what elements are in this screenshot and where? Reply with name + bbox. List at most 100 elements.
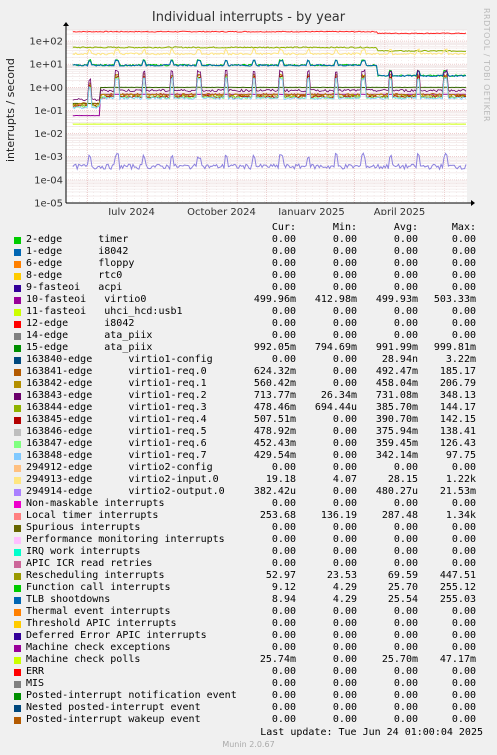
legend-min-value: 23.53 — [326, 570, 357, 581]
legend-min-value: 0.00 — [332, 666, 357, 677]
legend-label: Posted-interrupt notification event — [26, 690, 237, 701]
legend-max-value: 0.00 — [451, 534, 476, 545]
legend-max-value: 255.03 — [439, 594, 476, 605]
legend-max-value: 1.34k — [445, 510, 476, 521]
legend-swatch — [14, 549, 21, 556]
legend-min-value: 0.00 — [332, 366, 357, 377]
legend-max-value: 138.41 — [439, 426, 476, 437]
legend-cur-value: 0.00 — [271, 282, 296, 293]
legend-cur-value: 0.00 — [271, 246, 296, 257]
legend-min-value: 0.00 — [332, 306, 357, 317]
legend-avg-value: 0.00 — [393, 666, 418, 677]
legend-cur-value: 452.43m — [253, 438, 296, 449]
legend-swatch — [14, 693, 21, 700]
legend-swatch — [14, 321, 21, 328]
legend-avg-value: 0.00 — [393, 318, 418, 329]
legend-min-value: 0.00 — [332, 282, 357, 293]
legend-label: Performance monitoring interrupts — [26, 534, 225, 545]
legend-row: 9-fasteoi acpi 0.00 0.00 0.00 0.00 — [14, 282, 484, 294]
legend-min-value: 794.69m — [314, 342, 357, 353]
legend-label: Machine check polls — [26, 654, 141, 665]
legend-min-value: 0.00 — [332, 450, 357, 461]
legend-row: 1-edge i8042 0.00 0.00 0.00 0.00 — [14, 246, 484, 258]
legend-label: 294914-edge virtio2-output.0 — [26, 486, 225, 497]
legend-cur-value: 382.42u — [253, 486, 296, 497]
legend-row: 163845-edge virtio1-req.4 507.51m 0.00 390.… — [14, 414, 484, 426]
legend-row: 12-edge i8042 0.00 0.00 0.00 0.00 — [14, 318, 484, 330]
legend-avg-value: 0.00 — [393, 534, 418, 545]
legend-label: 294912-edge virtio2-config — [26, 462, 213, 473]
legend-min-value: 0.00 — [332, 606, 357, 617]
legend-header-max: Max: — [451, 222, 476, 233]
legend-row: ERR 0.00 0.00 0.00 0.00 — [14, 666, 484, 678]
y-tick-label: 1e-01 — [34, 106, 63, 117]
legend-header-cur: Cur: — [271, 222, 296, 233]
legend-max-value: 348.13 — [439, 390, 476, 401]
legend-max-value: 0.00 — [451, 282, 476, 293]
legend-row: Threshold APIC interrupts 0.00 0.00 0.00 0.0… — [14, 618, 484, 630]
legend-swatch — [14, 645, 21, 652]
legend-row: Local timer interrupts 253.68 136.19 287.48… — [14, 510, 484, 522]
legend-row: Spurious interrupts 0.00 0.00 0.00 0.00 — [14, 522, 484, 534]
legend-avg-value: 375.94m — [375, 426, 418, 437]
legend-avg-value: 25.70 — [387, 582, 418, 593]
legend-cur-value: 0.00 — [271, 258, 296, 269]
y-tick-label: 1e+00 — [29, 83, 63, 94]
legend-avg-value: 390.70m — [375, 414, 418, 425]
legend-swatch — [14, 273, 21, 280]
legend-max-value: 999.81m — [433, 342, 476, 353]
legend-label: 6-edge floppy — [26, 258, 135, 269]
legend-min-value: 0.00 — [332, 522, 357, 533]
legend-row: TLB shootdowns 8.94 4.29 25.54 255.03 — [14, 594, 484, 606]
legend-label: Posted-interrupt wakeup event — [26, 714, 201, 725]
legend-avg-value: 492.47m — [375, 366, 418, 377]
legend-swatch — [14, 621, 21, 628]
legend-swatch — [14, 657, 21, 664]
legend-min-value: 0.00 — [332, 318, 357, 329]
legend-avg-value: 28.15 — [387, 474, 418, 485]
legend-row: 163841-edge virtio1-req.0 624.32m 0.00 492.… — [14, 366, 484, 378]
legend-min-value: 0.00 — [332, 714, 357, 725]
legend-row: IRQ work interrupts 0.00 0.00 0.00 0.00 — [14, 546, 484, 558]
legend-max-value: 0.00 — [451, 234, 476, 245]
legend-label: 8-edge rtc0 — [26, 270, 123, 281]
legend-avg-value: 25.70m — [381, 654, 418, 665]
legend-label: 9-fasteoi acpi — [26, 282, 123, 293]
legend-label: APIC ICR read retries — [26, 558, 153, 569]
legend-row: Performance monitoring interrupts 0.00 0.0… — [14, 534, 484, 546]
legend-min-value: 0.00 — [332, 558, 357, 569]
legend-label: ERR — [26, 666, 45, 677]
legend-min-value: 0.00 — [332, 378, 357, 389]
legend-label: 163841-edge virtio1-req.0 — [26, 366, 207, 377]
legend-swatch — [14, 429, 21, 436]
legend-max-value: 144.17 — [439, 402, 476, 413]
legend-label: MIS — [26, 678, 45, 689]
legend-row: Machine check exceptions 0.00 0.00 0.00 0.00 — [14, 642, 484, 654]
legend-cur-value: 429.54m — [253, 450, 296, 461]
legend-label: 10-fasteoi virtio0 — [26, 294, 147, 305]
legend-max-value: 0.00 — [451, 618, 476, 629]
legend-swatch — [14, 717, 21, 724]
legend-cur-value: 478.46m — [253, 402, 296, 413]
legend-row: 10-fasteoi virtio0 499.96m 412.98m 499.93m 5… — [14, 294, 484, 306]
legend-swatch — [14, 405, 21, 412]
legend-max-value: 0.00 — [451, 330, 476, 341]
legend-min-value: 0.00 — [332, 246, 357, 257]
legend-swatch — [14, 309, 21, 316]
legend-avg-value: 28.94n — [381, 354, 418, 365]
legend-max-value: 0.00 — [451, 462, 476, 473]
legend-cur-value: 0.00 — [271, 642, 296, 653]
legend-min-value: 412.98m — [314, 294, 357, 305]
legend-min-value: 26.34m — [320, 390, 357, 401]
legend-cur-value: 0.00 — [271, 666, 296, 677]
legend-max-value: 0.00 — [451, 270, 476, 281]
legend-row: 163840-edge virtio1-config 0.00 0.00 28.94n… — [14, 354, 484, 366]
legend-label: 163846-edge virtio1-req.5 — [26, 426, 207, 437]
legend-min-value: 0.00 — [332, 270, 357, 281]
legend-avg-value: 458.04m — [375, 378, 418, 389]
legend-swatch — [14, 609, 21, 616]
legend-row: 14-edge ata_piix 0.00 0.00 0.00 0.00 — [14, 330, 484, 342]
legend-avg-value: 0.00 — [393, 258, 418, 269]
legend-swatch — [14, 489, 21, 496]
legend-label: Deferred Error APIC interrupts — [26, 630, 207, 641]
